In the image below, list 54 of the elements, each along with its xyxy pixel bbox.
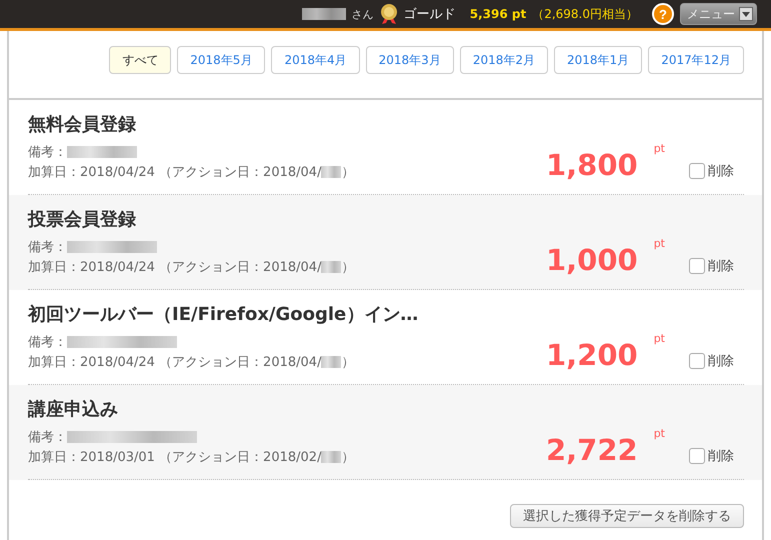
delete-checkbox[interactable] [689, 258, 705, 274]
entry-points: 1,000 [546, 243, 638, 277]
entry-title: 初回ツールバー（IE/Firefox/Google）イン… [28, 303, 420, 327]
rank-label: ゴールド [404, 6, 456, 23]
delete-checkbox[interactable] [689, 353, 705, 369]
entry-title: 無料会員登録 [28, 113, 137, 137]
points-total: 5,396 pt [470, 7, 526, 21]
delete-label: 削除 [708, 353, 734, 370]
medal-icon [380, 3, 398, 25]
blurred-day [321, 356, 342, 368]
blurred-day [321, 166, 342, 178]
delete-label: 削除 [708, 258, 734, 275]
date-end: ） [341, 259, 354, 276]
month-tab[interactable]: 2018年4月 [271, 46, 360, 74]
help-button[interactable]: ? [652, 3, 674, 25]
note-label: 備考： [28, 334, 67, 351]
date-end: ） [341, 164, 354, 181]
delete-checkbox[interactable] [689, 163, 705, 179]
note-label: 備考： [28, 239, 67, 256]
delete-label: 削除 [708, 163, 734, 180]
month-tab[interactable]: すべて [109, 46, 172, 74]
honorific: さん [352, 6, 374, 22]
month-tab[interactable]: 2018年5月 [177, 46, 266, 74]
note-label: 備考： [28, 429, 67, 446]
points-unit: pt [654, 427, 665, 440]
date-text: 加算日：2018/03/01 （アクション日：2018/02/ [28, 449, 322, 466]
entry-title: 投票会員登録 [28, 208, 137, 232]
entry-points: 1,800 [546, 148, 638, 182]
date-end: ） [341, 449, 354, 466]
points-unit: pt [654, 332, 665, 345]
date-text: 加算日：2018/04/24 （アクション日：2018/04/ [28, 164, 322, 181]
blurred-day [321, 261, 342, 273]
date-end: ） [341, 354, 354, 371]
month-tab[interactable]: 2017年12月 [648, 46, 744, 74]
menu-button[interactable]: メニュー [680, 3, 757, 25]
month-tab[interactable]: 2018年2月 [460, 46, 548, 74]
month-tab[interactable]: 2018年3月 [366, 46, 454, 74]
points-value: （2,698.0円相当） [532, 6, 638, 22]
delete-checkbox[interactable] [689, 448, 705, 464]
delete-selected-button[interactable]: 選択した獲得予定データを削除する [510, 504, 744, 528]
date-text: 加算日：2018/04/24 （アクション日：2018/04/ [28, 259, 322, 276]
entry-points: 1,200 [546, 338, 638, 372]
delete-label: 削除 [708, 448, 734, 465]
month-tab[interactable]: 2018年1月 [554, 46, 642, 74]
points-unit: pt [654, 142, 665, 155]
entry-points: 2,722 [546, 433, 638, 467]
blurred-note [67, 146, 137, 158]
note-label: 備考： [28, 144, 67, 161]
blurred-name [302, 8, 346, 20]
points-unit: pt [654, 237, 665, 250]
date-text: 加算日：2018/04/24 （アクション日：2018/04/ [28, 354, 322, 371]
entry-title: 講座申込み [28, 398, 119, 422]
blurred-day [321, 451, 342, 463]
caret-icon [739, 7, 753, 21]
